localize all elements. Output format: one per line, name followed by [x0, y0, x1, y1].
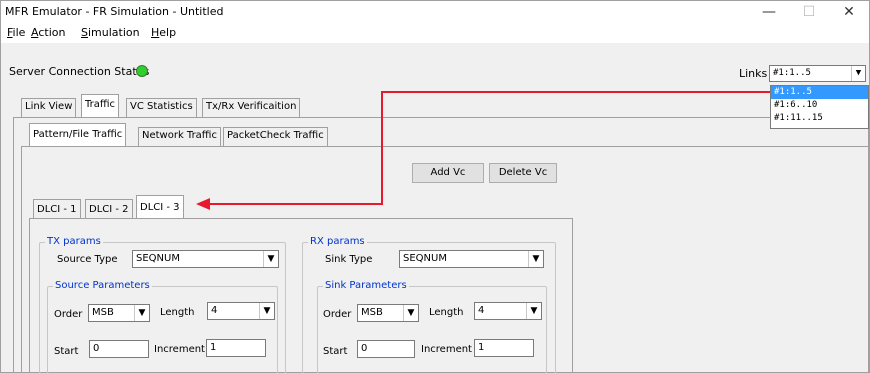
minimize-icon[interactable]: —	[749, 1, 789, 23]
chevron-down-icon[interactable]: ▼	[403, 305, 418, 321]
tx-order-select[interactable]: MSB ▼	[88, 304, 150, 322]
maximize-icon[interactable]: ☐	[789, 1, 829, 23]
source-type-label: Source Type	[57, 254, 118, 265]
tab-pattern-file-traffic[interactable]: Pattern/File Traffic	[29, 123, 127, 147]
source-parameters-legend: Source Parameters	[53, 280, 152, 291]
menu-help[interactable]: Help	[151, 26, 176, 39]
window-title: MFR Emulator - FR Simulation - Untitled	[5, 5, 224, 18]
tab-dlci-1[interactable]: DLCI - 1	[33, 199, 81, 219]
tab-dlci-3[interactable]: DLCI - 3	[136, 195, 184, 219]
tx-length-value: 4	[211, 305, 218, 316]
tx-length-label: Length	[160, 307, 195, 318]
sink-type-label: Sink Type	[325, 254, 373, 265]
rx-start-label: Start	[323, 346, 348, 357]
tx-length-select[interactable]: 4 ▼	[207, 302, 275, 320]
tab-traffic[interactable]: Traffic	[81, 94, 120, 118]
app-window: MFR Emulator - FR Simulation - Untitled …	[0, 0, 870, 373]
sink-parameters-legend: Sink Parameters	[323, 280, 409, 291]
chevron-down-icon[interactable]: ▼	[851, 66, 865, 81]
links-dropdown-list: #1:1..5 #1:6..10 #1:11..15	[770, 85, 869, 129]
links-selected-value: #1:1..5	[773, 68, 811, 78]
rx-length-select[interactable]: 4 ▼	[474, 302, 542, 320]
menu-action[interactable]: Action	[31, 26, 65, 39]
links-option[interactable]: #1:6..10	[771, 99, 868, 112]
chevron-down-icon[interactable]: ▼	[263, 251, 278, 267]
rx-increment-input[interactable]: 1	[474, 339, 534, 357]
sink-type-value: SEQNUM	[403, 253, 447, 264]
tab-link-view[interactable]: Link View	[21, 98, 77, 118]
tx-start-input[interactable]: 0	[89, 340, 149, 358]
tx-start-label: Start	[54, 346, 79, 357]
links-option[interactable]: #1:11..15	[771, 112, 868, 125]
rx-order-select[interactable]: MSB ▼	[357, 304, 419, 322]
rx-order-label: Order	[323, 309, 352, 320]
chevron-down-icon[interactable]: ▼	[528, 251, 543, 267]
connection-status-led-icon	[136, 65, 148, 77]
close-icon[interactable]: ✕	[829, 1, 869, 23]
chevron-down-icon[interactable]: ▼	[134, 305, 149, 321]
rx-length-value: 4	[478, 305, 485, 316]
tx-order-value: MSB	[92, 307, 114, 318]
source-type-value: SEQNUM	[136, 253, 180, 264]
tx-increment-input[interactable]: 1	[206, 339, 266, 357]
links-label: Links	[739, 67, 768, 80]
tab-packetcheck-traffic[interactable]: PacketCheck Traffic	[223, 127, 328, 147]
sink-type-select[interactable]: SEQNUM ▼	[399, 250, 544, 268]
links-select[interactable]: #1:1..5 ▼	[769, 65, 866, 82]
tx-increment-label: Increment	[154, 344, 205, 355]
rx-order-value: MSB	[361, 307, 383, 318]
links-option[interactable]: #1:1..5	[771, 86, 868, 99]
source-parameters-group: Source Parameters	[47, 280, 278, 373]
tx-params-legend: TX params	[45, 236, 103, 247]
tab-network-traffic[interactable]: Network Traffic	[138, 127, 221, 147]
chevron-down-icon[interactable]: ▼	[259, 303, 274, 319]
source-type-select[interactable]: SEQNUM ▼	[132, 250, 279, 268]
tab-vc-statistics[interactable]: VC Statistics	[126, 98, 197, 118]
chevron-down-icon[interactable]: ▼	[526, 303, 541, 319]
server-connection-status-label: Server Connection Status	[9, 65, 150, 78]
title-bar: MFR Emulator - FR Simulation - Untitled …	[1, 1, 869, 23]
menu-file[interactable]: File	[7, 26, 25, 39]
rx-length-label: Length	[429, 307, 464, 318]
rx-increment-label: Increment	[421, 344, 472, 355]
tab-dlci-2[interactable]: DLCI - 2	[85, 199, 133, 219]
add-vc-button[interactable]: Add Vc	[412, 163, 484, 183]
menu-bar: File Action Simulation Help	[1, 23, 869, 43]
tx-order-label: Order	[54, 309, 83, 320]
delete-vc-button[interactable]: Delete Vc	[489, 163, 557, 183]
rx-start-input[interactable]: 0	[357, 340, 415, 358]
sink-parameters-group: Sink Parameters	[317, 280, 547, 373]
rx-params-legend: RX params	[308, 236, 367, 247]
tab-tx-rx-verification[interactable]: Tx/Rx Verificaition	[202, 98, 301, 118]
menu-simulation[interactable]: Simulation	[81, 26, 140, 39]
